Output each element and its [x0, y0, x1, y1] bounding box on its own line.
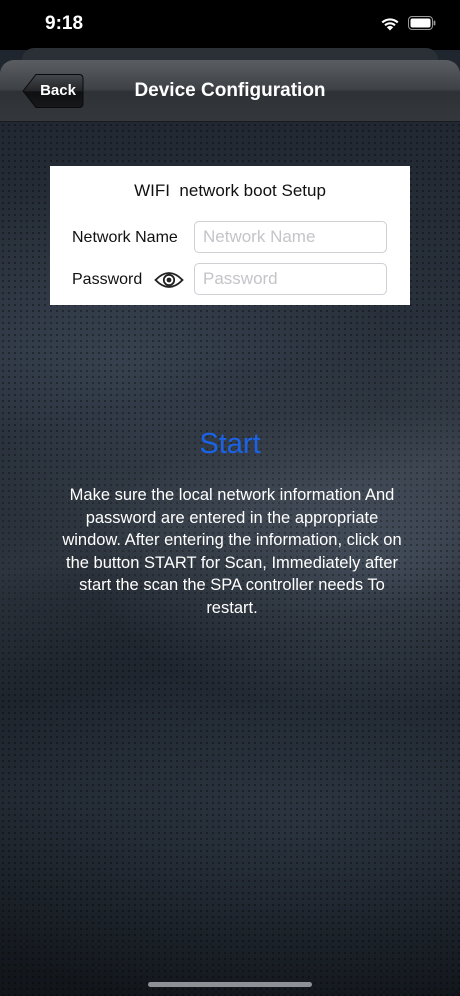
password-label: Password	[72, 271, 143, 288]
battery-icon	[408, 16, 436, 30]
page-title: Device Configuration	[134, 80, 326, 101]
start-button[interactable]: Start	[170, 424, 290, 464]
network-name-input[interactable]	[194, 221, 387, 253]
instructions-text: Make sure the local network information …	[62, 486, 402, 617]
network-name-label: Network Name	[72, 229, 178, 246]
eye-icon[interactable]	[154, 269, 184, 291]
password-input[interactable]	[194, 263, 387, 295]
wifi-setup-panel: WIFI network boot Setup Network Name Pas…	[50, 166, 410, 305]
status-time: 9:18	[45, 13, 84, 34]
wifi-icon	[381, 18, 399, 31]
status-bar: 9:18	[0, 0, 460, 50]
app-screen: 9:18 Back Device Configuration WIFI netw…	[0, 0, 460, 996]
setup-title: WIFI network boot Setup	[134, 181, 326, 200]
home-indicator[interactable]	[148, 982, 312, 987]
navigation-bar: Back Device Configuration	[0, 60, 460, 122]
